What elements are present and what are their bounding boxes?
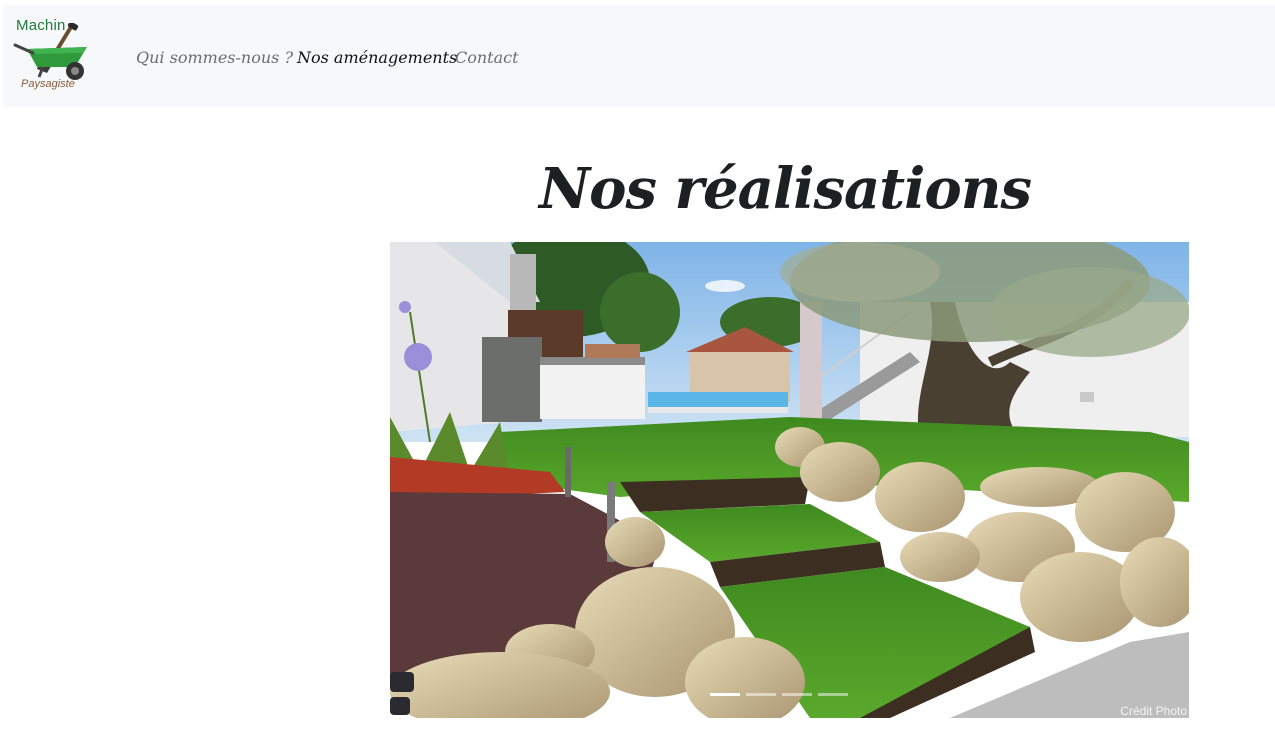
wheelbarrow-icon (13, 23, 87, 80)
nav-link-qui-sommes-nous[interactable]: Qui sommes-nous ? (136, 48, 293, 67)
carousel-indicator-2[interactable] (746, 693, 776, 696)
carousel-indicator-4[interactable] (818, 693, 848, 696)
image-credit: Crédit Photo (1120, 704, 1187, 718)
brand-name-bottom: Paysagiste (21, 78, 75, 90)
carousel-indicator-1[interactable] (710, 693, 740, 696)
navbar: Machin Paysagiste Qui sommes-nous ? Nos … (3, 5, 1275, 107)
nav-link-nos-amenagements[interactable]: Nos aménagements (297, 48, 457, 67)
brand-logo[interactable]: Machin Paysagiste (13, 15, 93, 97)
page-title: Nos réalisations (538, 155, 1032, 222)
garden-photo (390, 242, 1189, 718)
carousel-indicators (710, 693, 870, 699)
nav-link-contact[interactable]: Contact (455, 48, 519, 67)
image-carousel[interactable]: Crédit Photo (390, 242, 1189, 718)
carousel-indicator-3[interactable] (782, 693, 812, 696)
